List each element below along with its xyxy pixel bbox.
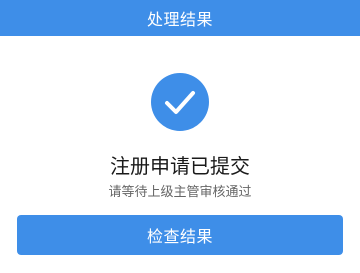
check-icon bbox=[151, 73, 209, 131]
page-title: 处理结果 bbox=[146, 10, 213, 29]
status-title: 注册申请已提交 bbox=[110, 154, 250, 178]
status-subtitle: 请等待上级主管审核通过 bbox=[108, 185, 252, 200]
check-result-button[interactable]: 检查结果 bbox=[17, 215, 343, 255]
page-header: 处理结果 bbox=[0, 0, 360, 36]
check-result-button-label: 检查结果 bbox=[146, 227, 213, 246]
